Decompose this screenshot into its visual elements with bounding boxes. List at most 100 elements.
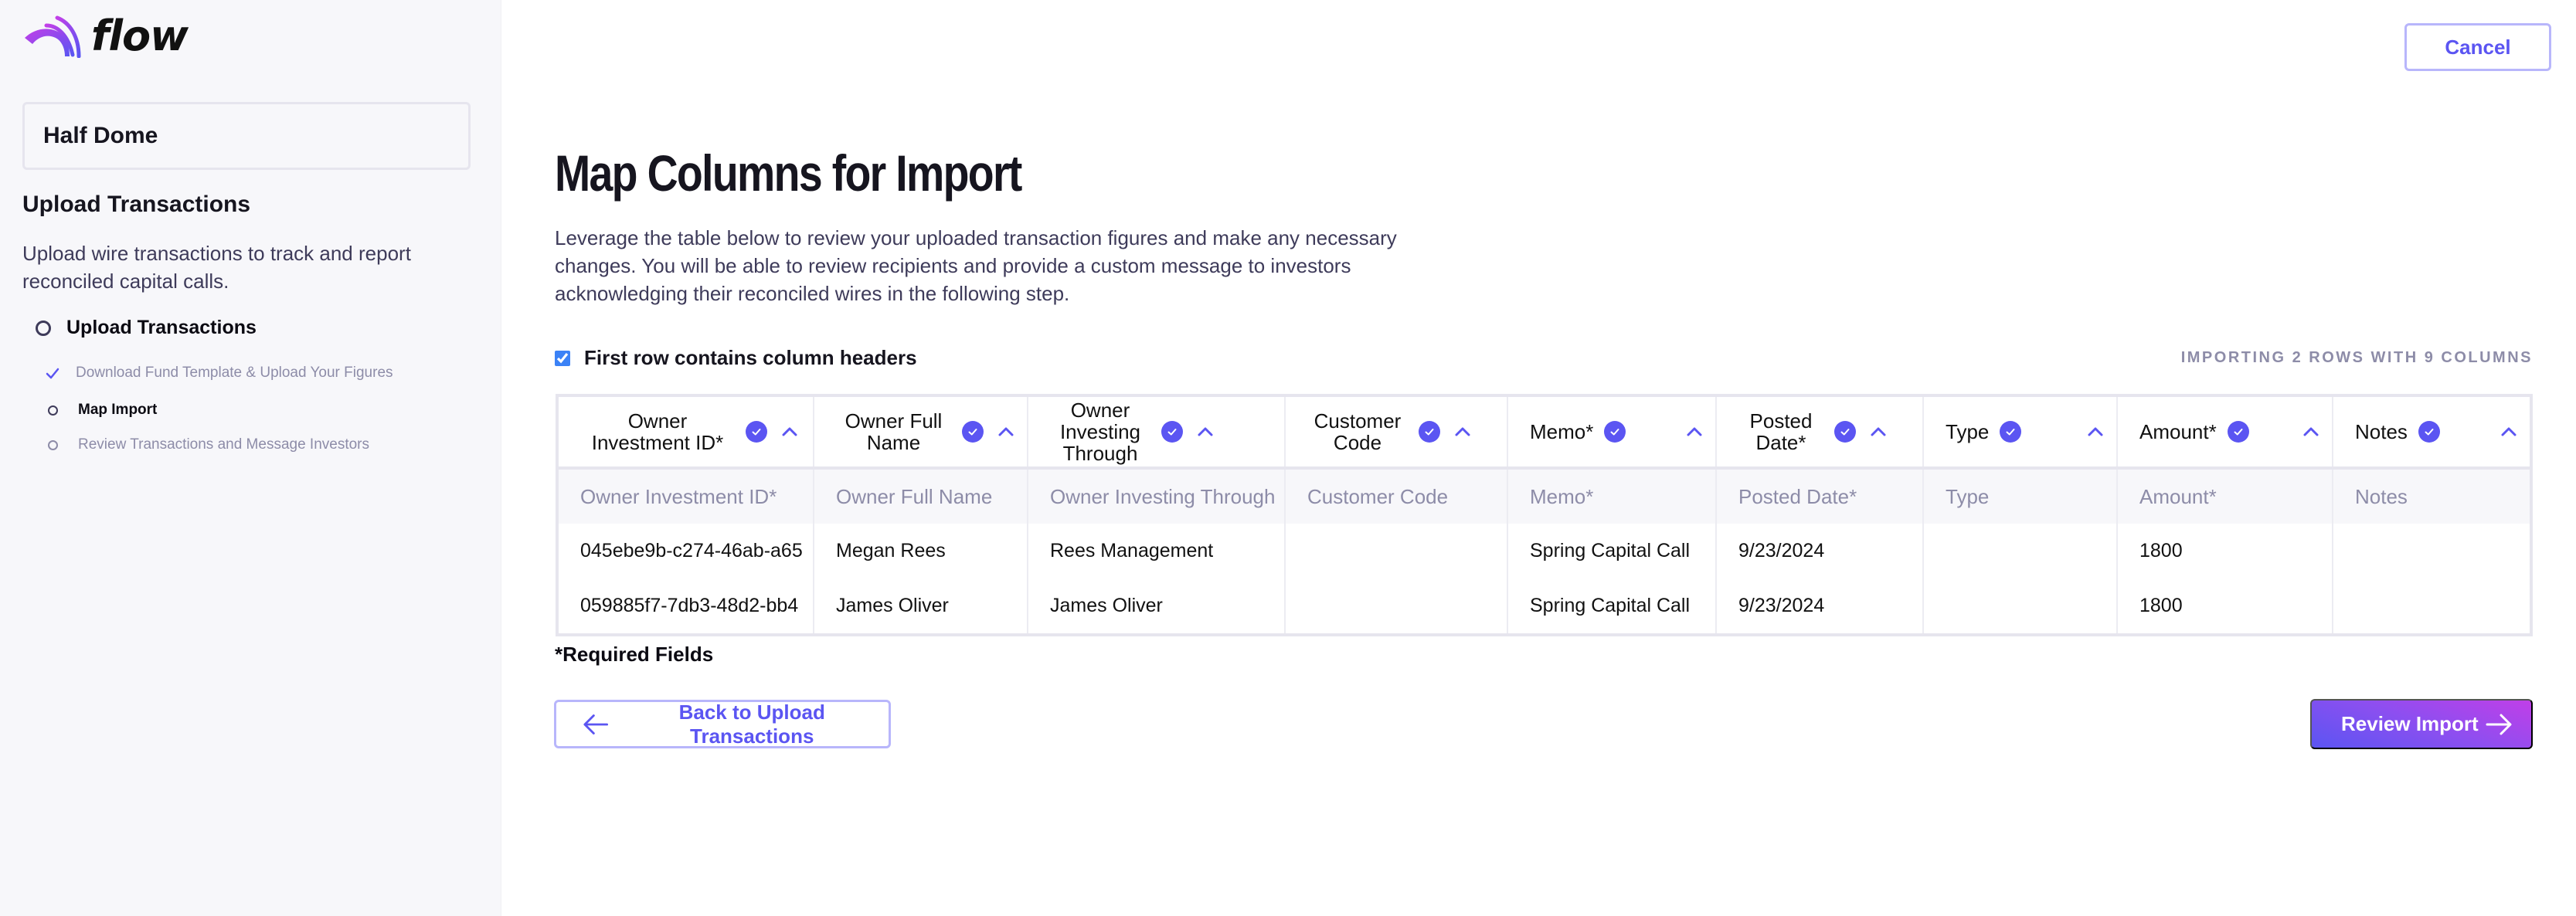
mapped-check-icon bbox=[1604, 421, 1626, 443]
source-column-name: Owner Full Name bbox=[814, 468, 1028, 524]
source-column-name: Notes bbox=[2333, 468, 2530, 524]
mapped-check-icon bbox=[1834, 421, 1856, 443]
column-header-label: Owner Full Name bbox=[845, 409, 943, 454]
fund-selector[interactable]: Half Dome bbox=[22, 102, 471, 170]
chevron-up-icon[interactable] bbox=[1454, 426, 1471, 437]
column-header-label: Amount* bbox=[2139, 420, 2217, 443]
table-cell[interactable]: 1800 bbox=[2117, 524, 2333, 578]
step-current-icon bbox=[48, 405, 58, 416]
chevron-up-icon[interactable] bbox=[2087, 426, 2104, 437]
table-cell[interactable]: 059885f7-7db3-48d2-bb4 bbox=[559, 578, 814, 633]
chevron-up-icon[interactable] bbox=[1870, 426, 1887, 437]
column-mapping-table: Owner Investment ID* Owner Full Name Owner… bbox=[556, 394, 2533, 636]
first-row-header-option: First row contains column headers bbox=[555, 346, 917, 370]
mapping-header-row: Owner Investment ID* Owner Full Name Owner… bbox=[559, 397, 2530, 470]
column-header-label: Memo* bbox=[1530, 420, 1594, 443]
substep-map-import: Map Import bbox=[45, 402, 157, 419]
column-header-label: Customer Code bbox=[1313, 409, 1402, 454]
chevron-up-icon[interactable] bbox=[997, 426, 1014, 437]
substep-download-template: Download Fund Template & Upload Your Fig… bbox=[45, 365, 393, 382]
column-header[interactable]: Notes bbox=[2333, 397, 2530, 470]
chevron-up-icon[interactable] bbox=[2302, 426, 2319, 437]
column-header[interactable]: Memo* bbox=[1507, 397, 1717, 470]
mapped-check-icon bbox=[2000, 421, 2022, 443]
chevron-up-icon[interactable] bbox=[1686, 426, 1703, 437]
column-header-content: Memo* bbox=[1508, 397, 1715, 466]
mapped-check-icon bbox=[1419, 421, 1440, 443]
column-header[interactable]: Owner Investment ID* bbox=[559, 397, 814, 470]
column-header-content: Owner Full Name bbox=[814, 397, 1027, 466]
table-cell[interactable] bbox=[1923, 578, 2118, 633]
column-header-content: Amount* bbox=[2118, 397, 2332, 466]
column-header-label: Type bbox=[1946, 420, 1990, 443]
step-pending-icon bbox=[48, 439, 58, 450]
cancel-button[interactable]: Cancel bbox=[2404, 23, 2551, 71]
table-cell[interactable]: Spring Capital Call bbox=[1507, 578, 1717, 633]
check-icon bbox=[46, 368, 59, 379]
table-cell[interactable] bbox=[1285, 524, 1508, 578]
table-row: 045ebe9b-c274-46ab-a65 Megan Rees Rees Man… bbox=[559, 524, 2530, 578]
mapped-check-icon bbox=[962, 421, 984, 443]
import-summary: IMPORTING 2 ROWS WITH 9 COLUMNS bbox=[2180, 349, 2533, 366]
mapped-check-icon bbox=[2227, 421, 2249, 443]
sidebar: flow Half Dome Upload Transactions Uploa… bbox=[0, 0, 501, 916]
step-label: Upload Transactions bbox=[66, 317, 257, 338]
source-column-name: Customer Code bbox=[1285, 468, 1508, 524]
column-header[interactable]: Amount* bbox=[2117, 397, 2333, 470]
page-title-text: Map Columns for Import bbox=[555, 144, 1022, 202]
table-cell[interactable]: Rees Management bbox=[1028, 524, 1286, 578]
table-cell[interactable] bbox=[1285, 578, 1508, 633]
table-cell[interactable]: 9/23/2024 bbox=[1716, 524, 1924, 578]
column-header[interactable]: Posted Date* bbox=[1716, 397, 1924, 470]
required-fields-note: *Required Fields bbox=[555, 643, 714, 666]
table-cell[interactable] bbox=[2333, 524, 2530, 578]
source-header-row: Owner Investment ID* Owner Full Name Owner… bbox=[559, 468, 2530, 524]
source-column-name: Type bbox=[1923, 468, 2118, 524]
column-header-label: Owner Investment ID* bbox=[591, 409, 724, 454]
table-cell[interactable]: 1800 bbox=[2117, 578, 2333, 633]
table-cell[interactable] bbox=[2333, 578, 2530, 633]
review-import-button[interactable]: Review Import bbox=[2310, 699, 2533, 749]
first-row-header-label[interactable]: First row contains column headers bbox=[584, 346, 917, 370]
intro-text: Leverage the table below to review your … bbox=[555, 226, 1397, 305]
table-cell[interactable]: Spring Capital Call bbox=[1507, 524, 1717, 578]
table-cell[interactable] bbox=[1923, 524, 2118, 578]
back-button[interactable]: Back to Upload Transactions bbox=[554, 700, 891, 748]
column-header-content: Owner Investing Through bbox=[1028, 397, 1284, 466]
arrow-left-icon bbox=[583, 714, 609, 734]
chevron-up-icon[interactable] bbox=[2500, 426, 2517, 437]
mapped-check-icon bbox=[1161, 421, 1183, 443]
table-cell[interactable]: 9/23/2024 bbox=[1716, 578, 1924, 633]
column-header[interactable]: Owner Investing Through bbox=[1028, 397, 1286, 470]
column-header-label: Notes bbox=[2355, 420, 2408, 443]
column-header-content: Notes bbox=[2333, 397, 2530, 466]
column-header-content: Posted Date* bbox=[1717, 397, 1922, 466]
source-column-name: Owner Investment ID* bbox=[559, 468, 814, 524]
chevron-up-icon[interactable] bbox=[1197, 426, 1214, 437]
source-column-name: Amount* bbox=[2117, 468, 2333, 524]
first-row-header-checkbox[interactable] bbox=[555, 350, 570, 366]
substep-label: Review Transactions and Message Investor… bbox=[78, 436, 370, 453]
column-header[interactable]: Customer Code bbox=[1285, 397, 1508, 470]
table-cell[interactable]: James Oliver bbox=[814, 578, 1028, 633]
column-header[interactable]: Owner Full Name bbox=[814, 397, 1028, 470]
sidebar-description: Upload wire transactions to track and re… bbox=[22, 242, 411, 293]
flow-logo[interactable]: flow bbox=[23, 12, 189, 60]
table-cell[interactable]: James Oliver bbox=[1028, 578, 1286, 633]
table-cell[interactable]: 045ebe9b-c274-46ab-a65 bbox=[559, 524, 814, 578]
sidebar-section-title: Upload Transactions bbox=[22, 192, 251, 217]
substep-label: Map Import bbox=[78, 402, 158, 418]
column-header[interactable]: Type bbox=[1923, 397, 2118, 470]
substep-review-transactions: Review Transactions and Message Investor… bbox=[45, 436, 369, 453]
source-column-name: Owner Investing Through bbox=[1028, 468, 1286, 524]
flow-logo-icon bbox=[25, 15, 81, 58]
substep-label: Download Fund Template & Upload Your Fig… bbox=[76, 365, 393, 381]
mapped-check-icon bbox=[2418, 421, 2440, 443]
source-column-name: Posted Date* bbox=[1716, 468, 1924, 524]
logo-text: flow bbox=[91, 12, 189, 60]
chevron-up-icon[interactable] bbox=[781, 426, 798, 437]
step-in-progress-icon bbox=[36, 320, 51, 336]
source-column-name: Memo* bbox=[1507, 468, 1717, 524]
mapped-check-icon bbox=[746, 421, 767, 443]
table-cell[interactable]: Megan Rees bbox=[814, 524, 1028, 578]
